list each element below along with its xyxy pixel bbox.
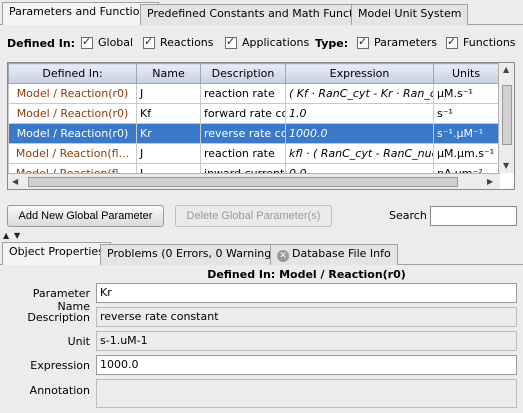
tab-problems[interactable]: Problems (0 Errors, 0 Warnings) xyxy=(100,244,289,265)
cell-expression[interactable]: kfl · ( RanC_cyt - RanC_nuc xyxy=(285,143,434,164)
table-vertical-scrollbar[interactable]: ▲ ▼ xyxy=(498,63,514,173)
add-global-parameter-button[interactable]: Add New Global Parameter xyxy=(7,205,164,227)
tab-predefined-constants[interactable]: Predefined Constants and Math Functions xyxy=(140,4,383,25)
checkbox-functions[interactable]: Functions xyxy=(446,35,516,49)
type-label: Type: xyxy=(315,37,349,50)
checkbox-icon[interactable] xyxy=(357,35,369,49)
parameter-name-field[interactable]: Kr xyxy=(96,283,517,303)
cell-name[interactable]: J xyxy=(136,143,201,164)
checkbox-icon[interactable] xyxy=(446,35,458,49)
parameter-name-label: Parameter Name xyxy=(32,287,90,313)
tab-object-properties[interactable]: Object Properties xyxy=(2,242,111,265)
search-input[interactable] xyxy=(430,206,517,226)
expression-field[interactable]: 1000.0 xyxy=(96,355,517,375)
defined-in-label: Defined In: xyxy=(7,37,76,50)
table-row[interactable]: Model / Reaction(r0) Kf forward rate co.… xyxy=(8,103,499,124)
description-label: Description xyxy=(27,311,90,324)
checkbox-icon[interactable] xyxy=(143,35,155,49)
cell-name[interactable]: Kf xyxy=(136,103,201,124)
cell-description[interactable]: reaction rate xyxy=(200,143,286,164)
unit-label: Unit xyxy=(67,335,90,348)
column-header-name[interactable]: Name xyxy=(136,63,201,84)
annotation-label: Annotation xyxy=(29,384,90,397)
column-header-description[interactable]: Description xyxy=(200,63,286,84)
table-row[interactable]: Model / Reaction(r0) J reaction rate ( K… xyxy=(8,83,499,104)
cell-units[interactable]: s⁻¹.µM⁻¹ xyxy=(433,123,499,144)
cell-name[interactable]: Kr xyxy=(136,123,201,144)
column-header-units[interactable]: Units xyxy=(433,63,499,84)
close-circle-icon[interactable]: ✕ xyxy=(277,250,289,262)
column-header-defined-in[interactable]: Defined In: xyxy=(8,63,137,84)
filter-bar: Defined In: Global Reactions Application… xyxy=(0,28,523,58)
cell-defined-in[interactable]: Model / Reaction(r0) xyxy=(8,103,137,124)
checkbox-icon[interactable] xyxy=(225,35,237,49)
pane-splitter[interactable]: ▲ ▼ xyxy=(0,232,523,240)
cell-units[interactable]: µM.µm.s⁻¹ xyxy=(433,143,499,164)
table-horizontal-scrollbar[interactable]: ◀ ▶ xyxy=(8,173,500,189)
scroll-left-arrow-icon[interactable]: ◀ xyxy=(12,177,18,186)
cell-expression[interactable]: 1000.0 xyxy=(285,123,434,144)
bottom-tab-bar: Object Properties Problems (0 Errors, 0 … xyxy=(0,240,523,265)
annotation-field[interactable] xyxy=(96,379,517,408)
cell-expression[interactable]: 1.0 xyxy=(285,103,434,124)
table-header-row: Defined In: Name Description Expression … xyxy=(8,63,499,84)
collapse-up-icon[interactable]: ▲ xyxy=(3,232,9,240)
expression-label: Expression xyxy=(30,359,90,372)
search-label: Search xyxy=(389,209,427,222)
cell-units[interactable]: s⁻¹ xyxy=(433,103,499,124)
checkbox-icon[interactable] xyxy=(81,35,93,49)
unit-field[interactable]: s-1.uM-1 xyxy=(96,331,517,351)
cell-name[interactable]: J xyxy=(136,83,201,104)
column-header-expression[interactable]: Expression xyxy=(285,63,434,84)
cell-units[interactable]: µM.s⁻¹ xyxy=(433,83,499,104)
scroll-up-arrow-icon[interactable]: ▲ xyxy=(503,65,509,74)
scroll-right-arrow-icon[interactable]: ▶ xyxy=(487,177,493,186)
cell-description[interactable]: reaction rate xyxy=(200,83,286,104)
collapse-down-icon[interactable]: ▼ xyxy=(14,232,20,240)
tab-parameters-and-functions[interactable]: Parameters and Functions xyxy=(2,2,160,25)
parameters-table: Defined In: Name Description Expression … xyxy=(7,62,515,190)
tab-model-unit-system[interactable]: Model Unit System xyxy=(351,4,469,25)
properties-title: Defined In: Model / Reaction(r0) xyxy=(207,268,406,281)
cell-defined-in[interactable]: Model / Reaction(r0) xyxy=(8,123,137,144)
table-row-selected[interactable]: Model / Reaction(r0) Kr reverse rate co.… xyxy=(8,123,499,144)
cell-description[interactable]: reverse rate co... xyxy=(200,123,286,144)
checkbox-global[interactable]: Global xyxy=(81,35,133,49)
table-row[interactable]: Model / Reaction(fl... J reaction rate k… xyxy=(8,143,499,164)
cell-defined-in[interactable]: Model / Reaction(r0) xyxy=(8,83,137,104)
cell-description[interactable]: forward rate co... xyxy=(200,103,286,124)
checkbox-applications[interactable]: Applications xyxy=(225,35,309,49)
horizontal-scroll-thumb[interactable] xyxy=(28,177,458,187)
checkbox-reactions[interactable]: Reactions xyxy=(143,35,214,49)
vertical-scroll-thumb[interactable] xyxy=(502,85,512,145)
checkbox-parameters[interactable]: Parameters xyxy=(357,35,437,49)
cell-expression[interactable]: ( Kf · RanC_cyt - Kr · Ran_cy xyxy=(285,83,434,104)
tab-database-file-info[interactable]: ✕ Database File Info xyxy=(270,244,398,265)
delete-global-parameter-button[interactable]: Delete Global Parameter(s) xyxy=(175,205,332,227)
description-field[interactable]: reverse rate constant xyxy=(96,307,517,327)
cell-defined-in[interactable]: Model / Reaction(fl... xyxy=(8,143,137,164)
scroll-down-arrow-icon[interactable]: ▼ xyxy=(503,161,509,170)
top-tab-bar: Parameters and Functions Predefined Cons… xyxy=(0,0,523,25)
